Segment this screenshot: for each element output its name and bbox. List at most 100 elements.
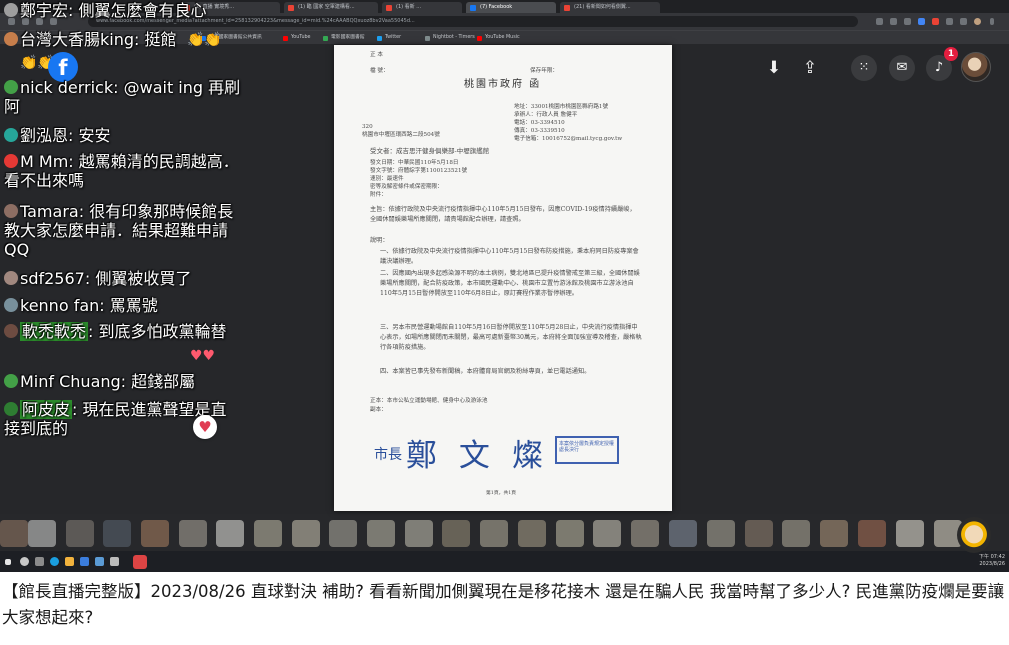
mayor-signature: 市長鄭 文 燦 (374, 430, 549, 475)
extension-icon[interactable] (918, 18, 925, 25)
youtube-favicon-icon (386, 5, 392, 11)
chat-text: 到底多怕政黨輪替 (98, 322, 227, 341)
bookmark-item[interactable]: YouTube (282, 33, 311, 43)
facebook-favicon-icon (470, 5, 476, 11)
thumbnail[interactable] (28, 520, 56, 547)
task-view-icon[interactable] (35, 557, 44, 566)
mail-icon[interactable] (95, 557, 104, 566)
chat-username: Minf Chuang (20, 372, 121, 391)
thumbnail[interactable] (782, 520, 810, 547)
bookmark-item[interactable]: Twitter (376, 33, 401, 43)
thumbnail[interactable] (103, 520, 131, 547)
bookmark-item[interactable]: 電影國家圖書館 (322, 33, 365, 43)
share-page-icon[interactable] (890, 18, 897, 25)
user-avatar-icon (4, 402, 18, 416)
chat-text: 超錢部屬 (131, 372, 196, 391)
official-document-image: 正 本 檔 號： 保存年限： 桃園市政府 函 地址：33001桃園市桃園區縣府路… (334, 45, 672, 511)
thumbnail[interactable] (593, 520, 621, 547)
search-icon[interactable] (20, 557, 29, 566)
store-icon[interactable] (80, 557, 89, 566)
doc-recipient: 受文者：成吉思汗健身俱樂部-中壢旗艦館 (370, 147, 490, 155)
grid-menu-icon[interactable]: ⁙ (851, 55, 877, 81)
edge-icon[interactable] (50, 557, 59, 566)
thumbnail[interactable] (442, 520, 470, 547)
browser-tab[interactable]: (1) 臨 國家 空軍建構看... (284, 2, 378, 13)
chat-message: 軟禿軟禿: 到底多怕政黨輪替 (4, 322, 249, 341)
thumbnail[interactable] (367, 520, 395, 547)
thumbnail[interactable] (820, 520, 848, 547)
folder-icon[interactable] (65, 557, 74, 566)
thumbnail[interactable] (329, 520, 357, 547)
profile-avatar-icon[interactable] (974, 18, 981, 25)
extensions-puzzle-icon[interactable] (946, 18, 953, 25)
chat-username: 劉泓恩 (20, 126, 69, 145)
thumbnail[interactable] (292, 520, 320, 547)
doc-explanation-label: 說明： (370, 237, 389, 244)
doc-address-line: 電子信箱：10016752@mail.tycg.gov.tw (514, 136, 623, 142)
tab-label: (1) 臨 國家 空軍建構看... (298, 4, 355, 10)
doc-header: 正 本 (370, 52, 383, 58)
chat-username: Tamara (20, 202, 79, 221)
start-icon[interactable] (5, 559, 11, 565)
download-icon[interactable]: ⬇ (764, 58, 784, 78)
taskbar-clock: 下午 07:42 2023/8/26 (969, 554, 1005, 568)
user-avatar-icon (4, 204, 18, 218)
doc-meta: 附件： (370, 192, 387, 198)
browser-tab[interactable]: (1) 看新 ... (382, 2, 462, 13)
user-avatar-icon (4, 80, 18, 94)
thumbnail[interactable] (405, 520, 433, 547)
doc-postcode: 320 (362, 124, 373, 130)
thumbnail[interactable] (669, 520, 697, 547)
chrome-icon[interactable] (133, 555, 147, 569)
clock-time: 下午 07:42 (979, 554, 1005, 560)
thumbnail[interactable] (707, 520, 735, 547)
bookmark-item[interactable]: YouTube Music (476, 33, 520, 43)
user-avatar-icon (4, 374, 18, 388)
doc-address-line: 承辦人：行政人員 詹健平 (514, 112, 578, 118)
notification-badge: 1 (944, 47, 958, 61)
tab-label: (1) 看新 ... (396, 4, 422, 10)
thumbnail[interactable] (179, 520, 207, 547)
chat-username: kenno fan (20, 296, 100, 315)
doc-page-number: 第1頁，共1頁 (486, 491, 517, 496)
thumbnail[interactable] (518, 520, 546, 547)
thumbnail[interactable] (0, 520, 28, 547)
messenger-icon[interactable]: ✉ (889, 55, 915, 81)
stream-frame: (1) 直播 實境秀... (1) 臨 國家 空軍建構看... (1) 看新 .… (0, 0, 1009, 572)
heart-reaction-icon: ♥ (193, 415, 217, 439)
thumbnail[interactable] (480, 520, 508, 547)
thumbnail[interactable] (745, 520, 773, 547)
chat-username: 阿皮皮 (20, 400, 73, 419)
thumbnail[interactable] (141, 520, 169, 547)
doc-recipient-address: 桃園市中壢區環西路二段504號 (362, 132, 440, 138)
bookmark-item[interactable]: Nightbot - Timers (424, 33, 475, 43)
user-avatar-icon (4, 32, 18, 46)
chat-message: 鄭宇宏: 側翼怎麼會有良心 (4, 1, 249, 20)
app-icon[interactable] (110, 557, 119, 566)
sidebar-icon[interactable] (960, 18, 967, 25)
thumbnail[interactable] (66, 520, 94, 547)
doc-item: 四、本案皆已事先發布新聞稿，本府體育局官網及粉絲專頁，並已電話通知。 (380, 368, 591, 375)
browser-menu-icon[interactable] (990, 18, 994, 25)
account-avatar[interactable] (961, 52, 991, 82)
chat-text: 安安 (78, 126, 111, 145)
browser-tab[interactable]: (21) 看新聞如何看側翼... (560, 2, 660, 13)
thumbnail[interactable] (896, 520, 924, 547)
zoom-icon[interactable] (876, 18, 883, 25)
chat-text: 側翼怎麼會有良心 (78, 1, 207, 20)
thumbnail[interactable] (858, 520, 886, 547)
bookmark-star-icon[interactable] (904, 18, 911, 25)
extension-icon[interactable] (932, 18, 939, 25)
thumbnail[interactable] (631, 520, 659, 547)
thumbnail[interactable] (556, 520, 584, 547)
user-avatar-icon (4, 154, 18, 168)
chat-message: 劉泓恩: 安安 (4, 126, 249, 145)
live-chat-overlay: 鄭宇宏: 側翼怎麼會有良心 台灣大香腸king: 挺館 👏👏 👏👏 f nick… (0, 0, 260, 450)
thumbnail[interactable] (216, 520, 244, 547)
chat-username: sdf2567 (20, 269, 85, 288)
signature-prefix: 市長 (374, 447, 402, 463)
share-icon[interactable]: ⇪ (800, 58, 820, 78)
chat-message: kenno fan: 罵罵號 (4, 296, 249, 315)
thumbnail[interactable] (254, 520, 282, 547)
browser-tab-active[interactable]: (7) Facebook (466, 2, 556, 13)
